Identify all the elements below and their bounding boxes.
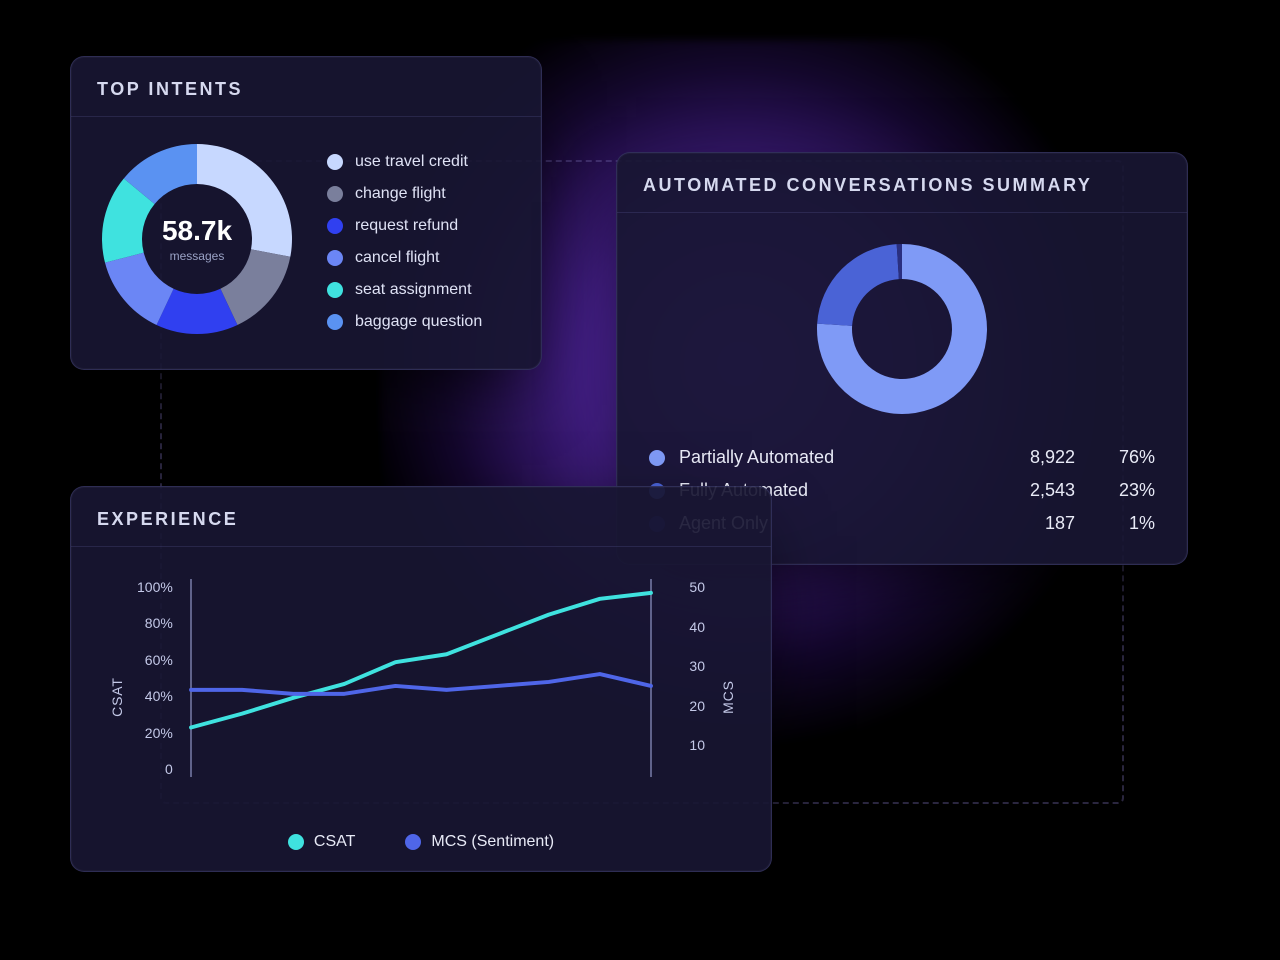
legend-swatch — [649, 450, 665, 466]
legend-label: MCS (Sentiment) — [431, 833, 554, 851]
summary-count: 187 — [965, 513, 1075, 534]
experience-chart: CSAT MCS 100% 80% 60% 40% 20% 0 50 40 30 20 10 — [81, 567, 761, 827]
line-series — [191, 674, 651, 694]
legend-item: seat assignment — [327, 281, 482, 299]
tick-label: 20% — [145, 725, 173, 741]
summary-label: Partially Automated — [679, 447, 965, 468]
legend-label: request refund — [355, 217, 458, 235]
tick-label: 20 — [689, 698, 705, 714]
top-intents-card: TOP INTENTS 58.7k messages use travel cr… — [70, 56, 542, 370]
experience-card: EXPERIENCE CSAT MCS 100% 80% 60% 40% 20% 0 50… — [70, 486, 772, 872]
legend-label: change flight — [355, 185, 446, 203]
legend-label: baggage question — [355, 313, 482, 331]
legend-item: request refund — [327, 217, 482, 235]
summary-percent: 76% — [1075, 447, 1155, 468]
tick-label: 10 — [689, 737, 705, 753]
legend-item: MCS (Sentiment) — [405, 833, 554, 851]
tick-label: 0 — [165, 761, 173, 777]
legend-item: change flight — [327, 185, 482, 203]
top-intents-donut: 58.7k messages — [97, 139, 297, 339]
tick-label: 50 — [689, 579, 705, 595]
summary-percent: 1% — [1075, 513, 1155, 534]
summary-count: 8,922 — [965, 447, 1075, 468]
legend-swatch — [327, 154, 343, 170]
tick-label: 100% — [137, 579, 173, 595]
legend-item: CSAT — [288, 833, 355, 851]
legend-swatch — [327, 282, 343, 298]
legend-label: CSAT — [314, 833, 355, 851]
legend-label: seat assignment — [355, 281, 472, 299]
legend-label: cancel flight — [355, 249, 440, 267]
experience-left-ticks: 100% 80% 60% 40% 20% 0 — [137, 579, 173, 777]
legend-item: use travel credit — [327, 153, 482, 171]
legend-label: use travel credit — [355, 153, 468, 171]
experience-right-axis-label: MCS — [720, 680, 736, 714]
line-series — [191, 593, 651, 728]
tick-label: 40 — [689, 619, 705, 635]
top-intents-title: TOP INTENTS — [71, 57, 541, 117]
summary-percent: 23% — [1075, 480, 1155, 501]
summary-count: 2,543 — [965, 480, 1075, 501]
summary-row: Partially Automated8,92276% — [649, 447, 1155, 468]
legend-swatch — [327, 186, 343, 202]
experience-legend: CSAT MCS (Sentiment) — [81, 833, 761, 851]
top-intents-total: 58.7k — [162, 215, 232, 247]
tick-label: 60% — [145, 652, 173, 668]
legend-swatch — [327, 218, 343, 234]
legend-swatch — [288, 834, 304, 850]
tick-label: 80% — [145, 615, 173, 631]
donut-slice — [817, 244, 899, 326]
legend-swatch — [327, 314, 343, 330]
tick-label: 30 — [689, 658, 705, 674]
legend-item: cancel flight — [327, 249, 482, 267]
automated-summary-title: AUTOMATED CONVERSATIONS SUMMARY — [617, 153, 1187, 213]
top-intents-legend: use travel credit change flight request re… — [327, 153, 482, 331]
experience-left-axis-label: CSAT — [109, 677, 125, 717]
automated-summary-donut — [812, 239, 992, 419]
experience-title: EXPERIENCE — [71, 487, 771, 547]
tick-label: 40% — [145, 688, 173, 704]
legend-item: baggage question — [327, 313, 482, 331]
legend-swatch — [327, 250, 343, 266]
legend-swatch — [405, 834, 421, 850]
experience-right-ticks: 50 40 30 20 10 — [689, 579, 705, 777]
top-intents-total-label: messages — [170, 249, 225, 263]
